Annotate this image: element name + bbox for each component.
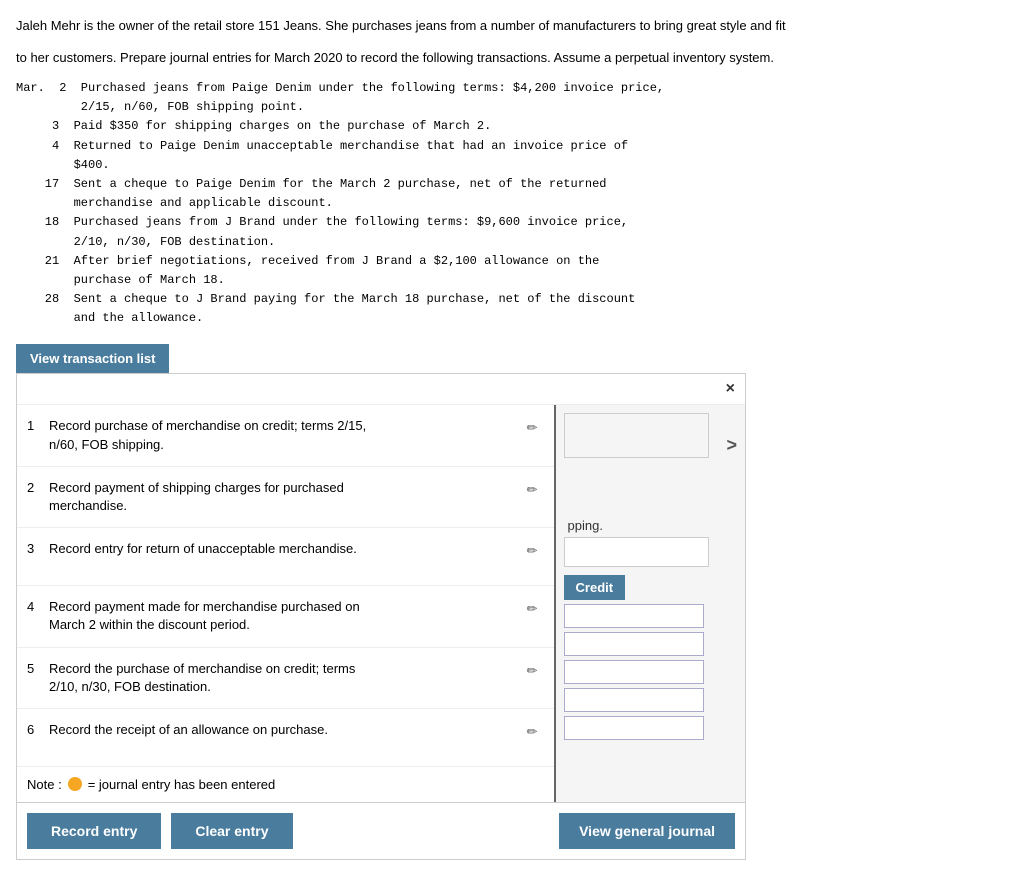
item-num-2: 2	[27, 479, 49, 495]
edit-btn-5[interactable]	[521, 660, 544, 681]
list-item: 4 Record payment made for merchandise pu…	[17, 586, 554, 647]
item-num-4: 4	[27, 598, 49, 614]
close-button[interactable]: ×	[726, 380, 735, 398]
dot-icon	[68, 777, 82, 791]
view-transaction-btn[interactable]: View transaction list	[16, 344, 169, 373]
bottom-bar: Record entry Clear entry View general jo…	[17, 802, 745, 859]
list-item: 3 Record entry for return of unacceptabl…	[17, 528, 554, 586]
item-desc-6: Record the receipt of an allowance on pu…	[49, 721, 521, 739]
note-label: Note :	[27, 777, 62, 792]
record-entry-button[interactable]: Record entry	[27, 813, 161, 849]
panel-header: ×	[17, 374, 745, 405]
credit-input-2[interactable]	[564, 632, 704, 656]
transactions-block: Mar. 2 Purchased jeans from Paige Denim …	[16, 79, 1008, 328]
item-num-3: 3	[27, 540, 49, 556]
item-desc-2: Record payment of shipping charges for p…	[49, 479, 521, 515]
edit-btn-3[interactable]	[521, 540, 544, 561]
partial-text: pping.	[568, 518, 737, 533]
item-num-6: 6	[27, 721, 49, 737]
credit-input-1[interactable]	[564, 604, 704, 628]
edit-btn-6[interactable]	[521, 721, 544, 742]
input-row-1	[564, 604, 737, 628]
intro-line2: to her customers. Prepare journal entrie…	[16, 48, 1008, 68]
edit-btn-4[interactable]	[521, 598, 544, 619]
input-row-5	[564, 716, 737, 740]
list-item: 5 Record the purchase of merchandise on …	[17, 648, 554, 709]
note-row: Note : = journal entry has been entered	[17, 767, 554, 802]
item-desc-1: Record purchase of merchandise on credit…	[49, 417, 521, 453]
item-num-1: 1	[27, 417, 49, 433]
input-row-3	[564, 660, 737, 684]
item-desc-3: Record entry for return of unacceptable …	[49, 540, 521, 558]
list-item: 2 Record payment of shipping charges for…	[17, 467, 554, 528]
edit-btn-1[interactable]	[521, 417, 544, 438]
list-item: 6 Record the receipt of an allowance on …	[17, 709, 554, 767]
input-row-2	[564, 632, 737, 656]
view-general-journal-button[interactable]: View general journal	[559, 813, 735, 849]
credit-input-5[interactable]	[564, 716, 704, 740]
credit-button[interactable]: Credit	[564, 575, 626, 600]
note-text: = journal entry has been entered	[88, 777, 276, 792]
intro-line1: Jaleh Mehr is the owner of the retail st…	[16, 16, 1008, 36]
journal-panel: > pping. Credit	[556, 405, 745, 802]
clear-entry-button[interactable]: Clear entry	[171, 813, 292, 849]
item-desc-5: Record the purchase of merchandise on cr…	[49, 660, 521, 696]
journal-panel-inner: > pping. Credit	[556, 405, 745, 802]
item-num-5: 5	[27, 660, 49, 676]
chevron-right-icon[interactable]: >	[726, 435, 737, 456]
credit-input-3[interactable]	[564, 660, 704, 684]
edit-btn-2[interactable]	[521, 479, 544, 500]
item-desc-4: Record payment made for merchandise purc…	[49, 598, 521, 634]
input-row-4	[564, 688, 737, 712]
transaction-list: 1 Record purchase of merchandise on cred…	[17, 405, 556, 802]
panel-container: × 1 Record purchase of merchandise on cr…	[16, 373, 746, 860]
credit-input-4[interactable]	[564, 688, 704, 712]
panel-body: 1 Record purchase of merchandise on cred…	[17, 405, 745, 802]
list-item: 1 Record purchase of merchandise on cred…	[17, 405, 554, 466]
